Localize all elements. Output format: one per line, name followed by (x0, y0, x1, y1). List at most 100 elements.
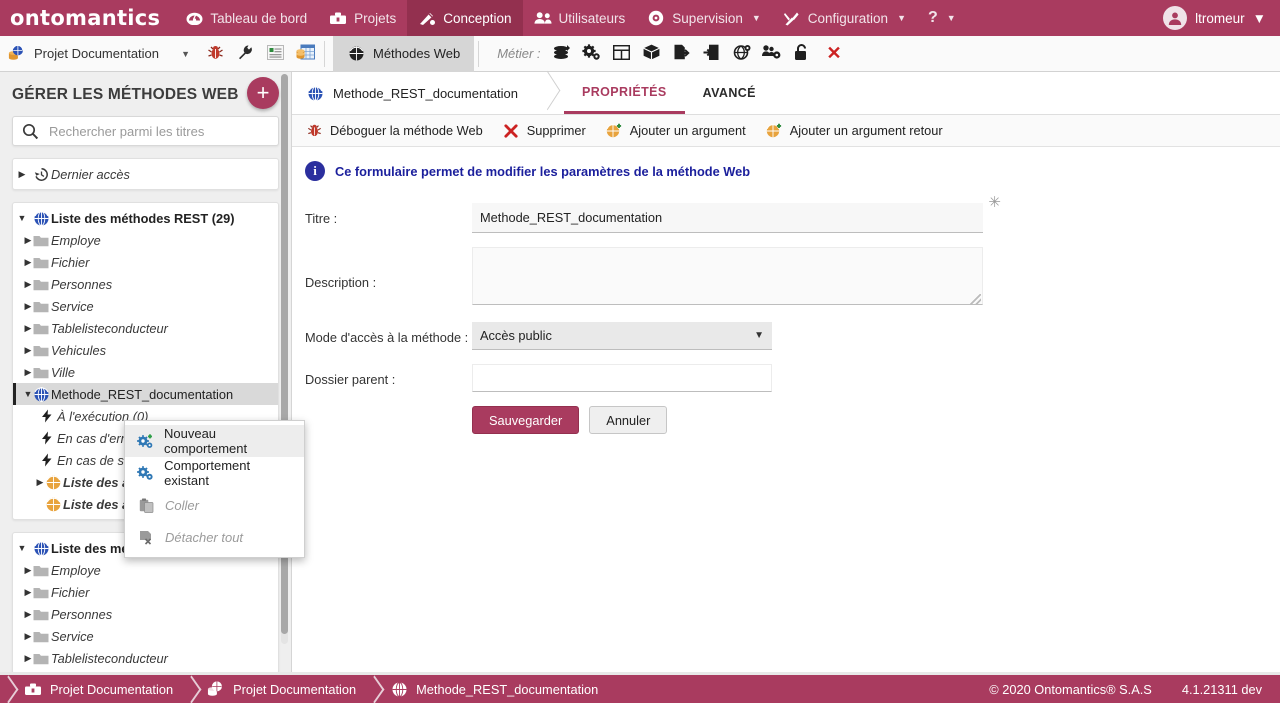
sidebar-item-soap-service[interactable]: ▶ Service (13, 625, 278, 647)
sidebar-item-soap-tablelisteconducteur[interactable]: ▶ Tablelisteconducteur (13, 647, 278, 669)
design-icon (418, 10, 436, 26)
database-table-button[interactable] (290, 37, 320, 71)
metier-gears-button[interactable] (577, 37, 607, 71)
delete-button[interactable]: Supprimer (502, 123, 605, 139)
tab-proprietes[interactable]: PROPRIÉTÉS (564, 72, 685, 114)
add-return-argument-button[interactable]: Ajouter un argument retour (765, 123, 962, 139)
metier-export-button[interactable] (667, 37, 697, 71)
sidebar-item-service[interactable]: ▶ Service (13, 295, 278, 317)
metier-grid-button[interactable] (607, 37, 637, 71)
nav-item-configuration[interactable]: Configuration ▼ (772, 0, 917, 36)
chevron-right-icon[interactable]: ▶ (13, 631, 32, 642)
resize-handle[interactable] (970, 294, 981, 305)
metier-stack-button[interactable] (547, 37, 577, 71)
context-menu-item-comportement-existant[interactable]: Comportement existant (125, 457, 304, 489)
action-label: Déboguer la méthode Web (330, 123, 483, 138)
sidebar-item-methode-rest-documentation[interactable]: ▼ Methode_REST_documentation (13, 383, 278, 405)
project-selector[interactable]: Projet Documentation ▼ (0, 36, 200, 72)
sidebar-item-soap-personnes[interactable]: ▶ Personnes (13, 603, 278, 625)
add-argument-button[interactable]: Ajouter un argument (605, 123, 765, 139)
chevron-right-icon[interactable]: ▶ (13, 323, 32, 334)
app-logo[interactable]: ontomantics (0, 0, 174, 36)
metier-globe-gear-button[interactable] (727, 37, 757, 71)
titre-control: ✳ (472, 194, 1001, 233)
chevron-right-icon[interactable]: ▶ (25, 477, 44, 488)
metier-import-button[interactable] (697, 37, 727, 71)
chevron-right-icon[interactable]: ▶ (13, 169, 31, 180)
user-menu[interactable]: ltromeur ▼ (1163, 6, 1280, 30)
chevron-down-icon[interactable]: ▼ (13, 543, 31, 553)
titre-input[interactable] (472, 203, 983, 233)
metier-unlock-button[interactable] (787, 37, 817, 71)
search-box[interactable] (12, 116, 279, 146)
sidebar-item-soap-fichier[interactable]: ▶ Fichier (13, 581, 278, 603)
chevron-right-icon[interactable]: ▶ (13, 301, 32, 312)
status-breadcrumb-label: Methode_REST_documentation (416, 681, 599, 697)
search-icon[interactable] (13, 123, 47, 140)
nav-item-supervision[interactable]: Supervision ▼ (636, 0, 771, 36)
chevron-right-icon[interactable]: ▶ (13, 609, 32, 620)
metier-cube-button[interactable] (637, 37, 667, 71)
breadcrumb-separator-icon-3 (366, 675, 382, 703)
sidebar-item-fichier[interactable]: ▶ Fichier (13, 251, 278, 273)
chevron-right-icon[interactable]: ▶ (13, 345, 32, 356)
chevron-right-icon[interactable]: ▶ (13, 279, 32, 290)
top-navigation-bar: ontomantics Tableau de bord Projets Conc… (0, 0, 1280, 36)
chevron-right-icon[interactable]: ▶ (13, 653, 32, 664)
tab-methodes-web[interactable]: Méthodes Web (333, 35, 475, 72)
selection-marker (13, 383, 16, 405)
description-textarea[interactable] (472, 247, 983, 305)
chevron-down-icon[interactable]: ▼ (181, 49, 190, 59)
close-tab-button[interactable]: ✕ (817, 43, 852, 64)
sidebar-item-tablelisteconducteur[interactable]: ▶ Tablelisteconducteur (13, 317, 278, 339)
nav-item-dashboard[interactable]: Tableau de bord (174, 0, 318, 36)
sidebar-item-soap-employe[interactable]: ▶ Employe (13, 559, 278, 581)
bug-icon (305, 123, 323, 139)
tab-avance[interactable]: AVANCÉ (685, 72, 774, 114)
debug-button[interactable] (200, 37, 230, 71)
chevron-right-icon[interactable]: ▶ (13, 367, 32, 378)
chevron-right-icon[interactable]: ▶ (13, 587, 32, 598)
folder-icon (31, 344, 51, 357)
sidebar-item-vehicules[interactable]: ▶ Vehicules (13, 339, 278, 361)
chevron-right-icon[interactable]: ▶ (13, 565, 32, 576)
parent-folder-input[interactable] (472, 364, 772, 392)
sidebar-item-label: Service (51, 628, 94, 644)
breadcrumb-tab-method[interactable]: Methode_REST_documentation (292, 72, 534, 114)
metier-team-gear-button[interactable] (757, 37, 787, 71)
sidebar-group-rest[interactable]: ▼ Liste des méthodes REST (29) (13, 207, 278, 229)
sidebar-item-personnes[interactable]: ▶ Personnes (13, 273, 278, 295)
form-buttons: Sauvegarder Annuler (292, 392, 1280, 434)
debug-web-method-button[interactable]: Déboguer la méthode Web (305, 123, 502, 139)
db-globe-icon (207, 680, 225, 697)
sidebar-item-dernier-acces[interactable]: ▶ Dernier accès (13, 163, 278, 185)
access-mode-select[interactable]: Accès public ▼ (472, 322, 772, 350)
save-button[interactable]: Sauvegarder (472, 406, 580, 434)
chevron-down-icon[interactable]: ▼ (13, 213, 31, 223)
report-button[interactable] (260, 37, 290, 71)
nav-item-projets[interactable]: Projets (318, 0, 407, 36)
status-breadcrumb-project-db[interactable]: Projet Documentation (199, 680, 366, 697)
folder-icon (31, 366, 51, 379)
status-breadcrumb-method[interactable]: Methode_REST_documentation (382, 681, 608, 697)
cancel-button[interactable]: Annuler (589, 406, 668, 434)
context-menu-item-nouveau-comportement[interactable]: Nouveau comportement (125, 425, 304, 457)
sidebar-scrollbar[interactable] (281, 74, 288, 644)
sidebar-item-employe[interactable]: ▶ Employe (13, 229, 278, 251)
add-method-button[interactable]: + (247, 77, 279, 109)
chevron-right-icon[interactable]: ▶ (13, 257, 32, 268)
field-row-titre: Titre : ✳ (292, 194, 1280, 233)
nav-item-help[interactable]: ? ▼ (917, 0, 967, 36)
required-asterisk-icon: ✳ (988, 194, 1001, 211)
db-globe-icon (8, 44, 26, 62)
sidebar-item-label: Ville (51, 364, 75, 380)
nav-item-conception[interactable]: Conception (407, 0, 523, 36)
nav-item-utilisateurs[interactable]: Utilisateurs (523, 0, 637, 36)
nav-label: Configuration (807, 10, 889, 26)
chevron-right-icon[interactable]: ▶ (13, 235, 32, 246)
search-input[interactable] (47, 122, 278, 140)
sidebar-item-ville[interactable]: ▶ Ville (13, 361, 278, 383)
status-breadcrumb-project[interactable]: Projet Documentation (16, 681, 183, 697)
settings-wrench-button[interactable] (230, 37, 260, 71)
chevron-down-icon[interactable]: ▼ (754, 330, 764, 341)
